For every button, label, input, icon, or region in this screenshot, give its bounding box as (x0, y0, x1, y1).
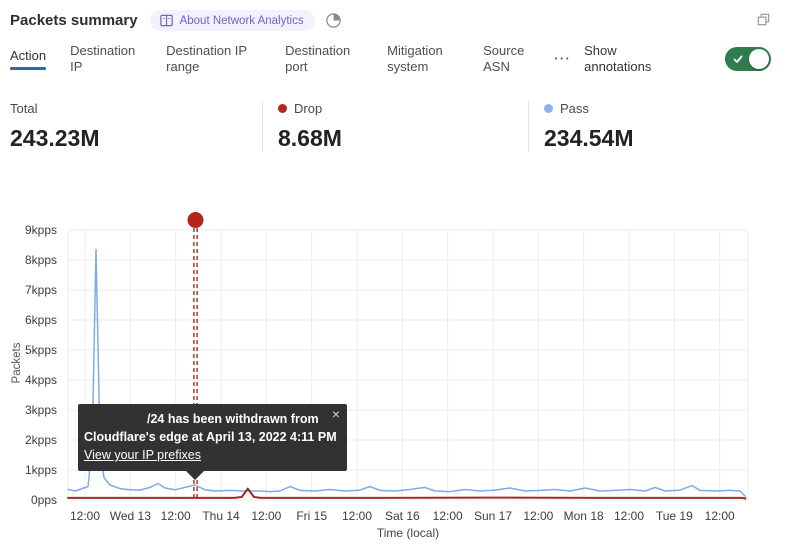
tab-label: Destination IP range (166, 43, 261, 75)
y-tick-label: 6kpps (0, 313, 57, 327)
stat-total: Total 243.23M (10, 101, 262, 152)
tooltip-close-icon[interactable]: × (332, 407, 340, 421)
x-tick-label: 12:00 (433, 509, 463, 523)
x-tick-label: 12:00 (70, 509, 100, 523)
stat-label: Pass (560, 101, 589, 116)
time-range-icon[interactable] (325, 12, 342, 29)
stats-row: Total 243.23M Drop 8.68M Pass 234.54M (0, 101, 785, 152)
stat-value: 243.23M (10, 125, 262, 152)
y-tick-label: 9kpps (0, 223, 57, 237)
tab-label: Destination port (285, 43, 363, 75)
packets-chart: 0pps 1kpps 2kpps 3kpps 4kpps 5kpps 6kpps 7kpps 8… (0, 0, 785, 555)
y-tick-label: 4kpps (0, 373, 57, 387)
annotation-dot[interactable] (188, 212, 204, 228)
y-tick-label: 7kpps (0, 283, 57, 297)
drop-line (68, 489, 745, 499)
x-axis-title: Time (local) (377, 526, 439, 540)
tab-mitigation-system[interactable]: Mitigation system (387, 43, 459, 75)
tooltip-caret (184, 469, 206, 480)
tab-label: Action (10, 48, 46, 64)
tab-destination-ip[interactable]: Destination IP (70, 43, 142, 75)
dimension-tabs-row: Action Destination IP Destination IP range… (0, 43, 785, 75)
more-tabs-button[interactable]: ⋯ (553, 51, 570, 67)
toggle-knob (749, 49, 769, 69)
tab-label: Destination IP (70, 43, 142, 75)
book-icon (159, 13, 174, 28)
show-annotations-toggle[interactable] (725, 47, 771, 71)
tab-action[interactable]: Action (10, 48, 46, 70)
x-tick-label: 12:00 (161, 509, 191, 523)
tab-destination-ip-range[interactable]: Destination IP range (166, 43, 261, 75)
stat-value: 8.68M (278, 125, 528, 152)
x-tick-label: Fri 15 (296, 509, 327, 523)
y-tick-label: 3kpps (0, 403, 57, 417)
page-title: Packets summary (10, 12, 138, 29)
pass-legend-dot (544, 104, 553, 113)
tab-destination-port[interactable]: Destination port (285, 43, 363, 75)
stat-drop: Drop 8.68M (263, 101, 528, 152)
x-tick-label: Sun 17 (474, 509, 512, 523)
panel-header: Packets summary About Network Analytics (0, 0, 785, 31)
x-tick-label: 12:00 (342, 509, 372, 523)
y-tick-label: 8kpps (0, 253, 57, 267)
active-tab-underline (10, 67, 46, 70)
about-network-analytics-badge[interactable]: About Network Analytics (150, 10, 315, 31)
y-tick-label: 5kpps (0, 343, 57, 357)
show-annotations-label: Show annotations (584, 43, 664, 75)
packets-summary-panel: Packets summary About Network Analytics (0, 0, 785, 555)
badge-label: About Network Analytics (180, 15, 304, 27)
view-ip-prefixes-link[interactable]: View your IP prefixes (84, 446, 201, 464)
x-tick-label: Mon 18 (564, 509, 604, 523)
stat-value: 234.54M (544, 125, 634, 152)
dimension-tabs: Action Destination IP Destination IP range… (10, 43, 535, 75)
stat-label: Drop (294, 101, 322, 116)
tab-label: Source ASN (483, 43, 535, 75)
x-tick-label: 12:00 (523, 509, 553, 523)
x-tick-label: Sat 16 (385, 509, 420, 523)
y-tick-label: 2kpps (0, 433, 57, 447)
x-tick-label: Wed 13 (110, 509, 151, 523)
y-tick-label: 0pps (0, 493, 57, 507)
check-icon (732, 53, 744, 65)
y-axis-title: Packets (11, 343, 23, 384)
y-tick-label: 1kpps (0, 463, 57, 477)
chart-canvas (0, 0, 785, 555)
stat-pass: Pass 234.54M (529, 101, 634, 152)
x-tick-label: 12:00 (705, 509, 735, 523)
tab-source-asn[interactable]: Source ASN (483, 43, 535, 75)
tab-label: Mitigation system (387, 43, 459, 75)
x-tick-label: Thu 14 (202, 509, 239, 523)
stat-label: Total (10, 101, 37, 116)
x-tick-label: 12:00 (251, 509, 281, 523)
x-tick-label: Tue 19 (656, 509, 693, 523)
tooltip-line-1: /24 has been withdrawn from (84, 410, 329, 428)
drop-legend-dot (278, 104, 287, 113)
restore-window-icon[interactable] (756, 12, 771, 27)
x-tick-label: 12:00 (614, 509, 644, 523)
annotation-tooltip: /24 has been withdrawn from Cloudflare's… (78, 404, 347, 471)
tooltip-line-2: Cloudflare's edge at April 13, 2022 4:11… (84, 428, 329, 446)
